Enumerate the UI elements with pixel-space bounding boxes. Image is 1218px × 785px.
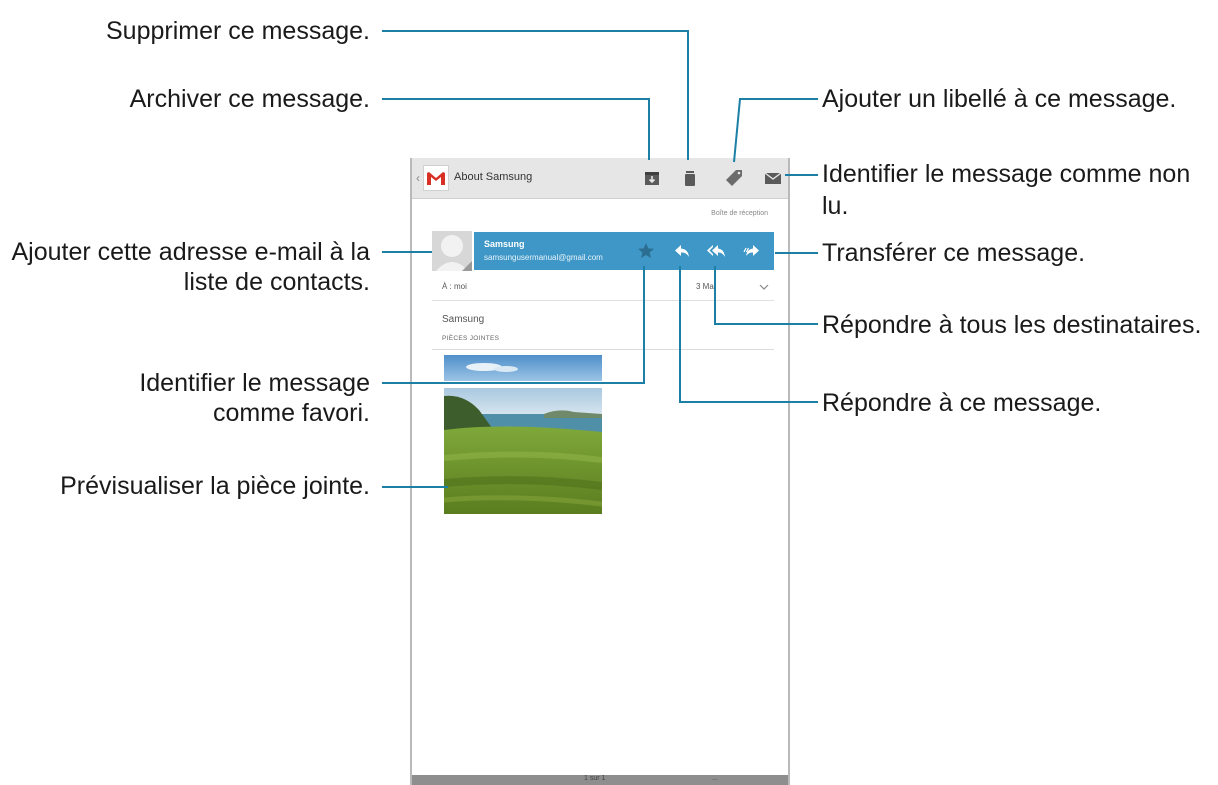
attachments-header: PIÈCES JOINTES xyxy=(442,335,500,342)
callout-favorite-line1: Identifier le message xyxy=(139,369,370,397)
device-screen: ‹ About Samsung Boîte de réception Samsu… xyxy=(410,158,790,785)
gmail-logo-icon[interactable] xyxy=(423,165,449,191)
callout-add-contact-line2: liste de contacts. xyxy=(183,268,370,296)
leader-label xyxy=(733,98,818,163)
label-icon[interactable] xyxy=(722,166,746,190)
reply-icon[interactable] xyxy=(672,241,692,261)
callout-mark-unread-line1: Identifier le message comme non xyxy=(822,160,1191,188)
folder-label[interactable]: Boîte de réception xyxy=(711,210,768,217)
page-indicator: 1 sur 1 xyxy=(584,775,606,782)
sender-avatar[interactable] xyxy=(432,231,472,271)
divider xyxy=(432,349,774,350)
callout-reply: Répondre à ce message. xyxy=(822,389,1102,417)
chevron-down-icon[interactable] xyxy=(758,282,770,292)
callout-archive: Archiver ce message. xyxy=(129,85,370,113)
callout-forward: Transférer ce message. xyxy=(822,239,1086,267)
recipients-row[interactable]: À : moi 3 Ma xyxy=(432,274,774,301)
bottom-bar: 1 sur 1 ... xyxy=(412,775,788,785)
callout-favorite-line2: comme favori. xyxy=(213,399,370,427)
callout-delete: Supprimer ce message. xyxy=(105,17,370,45)
archive-icon[interactable] xyxy=(640,166,664,190)
forward-icon[interactable] xyxy=(742,241,762,261)
back-icon[interactable]: ‹ xyxy=(416,171,420,185)
bottom-action[interactable]: ... xyxy=(712,775,718,782)
star-icon[interactable] xyxy=(636,241,656,261)
mark-unread-icon[interactable] xyxy=(761,166,785,190)
conversation-title: About Samsung xyxy=(454,171,533,183)
recipients-label: À : moi xyxy=(442,282,467,291)
attachment-preview-image[interactable] xyxy=(444,388,602,514)
trash-icon[interactable] xyxy=(678,166,702,190)
attachment-thumbnail-top[interactable] xyxy=(444,355,602,381)
callout-mark-unread-line2: lu. xyxy=(822,192,849,220)
callout-reply-all: Répondre à tous les destinataires. xyxy=(822,311,1202,339)
sender-header: Samsung samsungusermanual@gmail.com xyxy=(474,232,774,270)
message-date: 3 Ma xyxy=(696,282,714,291)
callout-add-contact-line1: Ajouter cette adresse e-mail à la xyxy=(11,238,370,266)
leader-delete xyxy=(382,30,689,160)
message-body: Samsung xyxy=(442,314,485,325)
callout-label: Ajouter un libellé à ce message. xyxy=(822,85,1177,113)
leader-archive xyxy=(382,98,650,160)
action-bar: ‹ About Samsung xyxy=(412,158,788,199)
callout-preview-attachment: Prévisualiser la pièce jointe. xyxy=(60,472,370,500)
sender-email: samsungusermanual@gmail.com xyxy=(484,253,603,262)
sender-name: Samsung xyxy=(484,239,525,249)
reply-all-icon[interactable] xyxy=(706,241,726,261)
